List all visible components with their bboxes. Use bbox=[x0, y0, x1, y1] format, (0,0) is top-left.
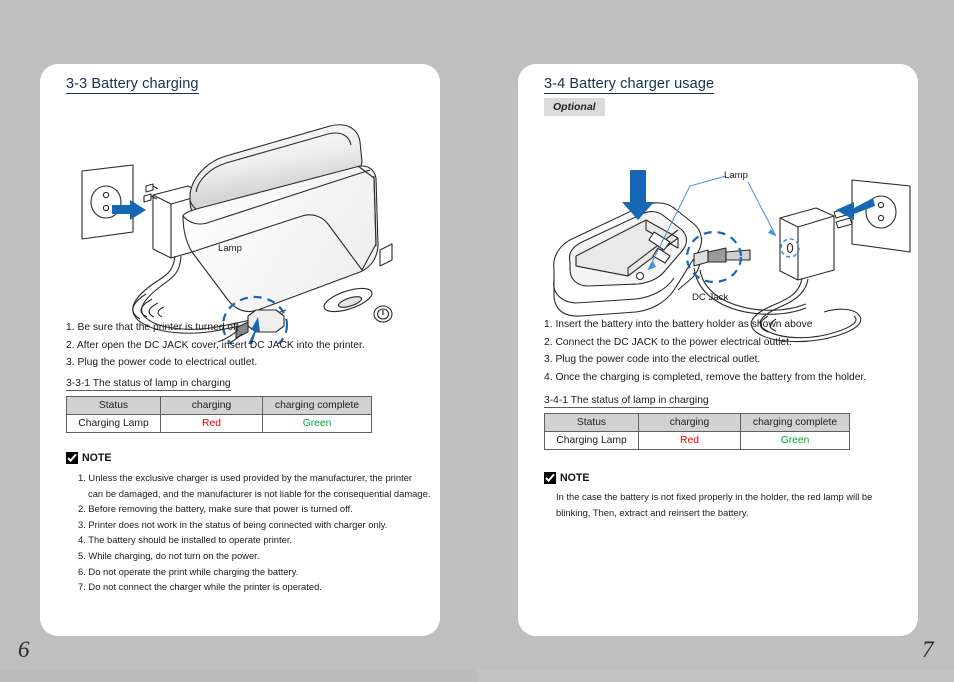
bottom-strip-right bbox=[477, 670, 954, 682]
header-status: Status bbox=[544, 413, 639, 432]
table-header-row: Status charging charging complete bbox=[66, 396, 372, 415]
dc-jack-label: DC Jack bbox=[692, 292, 729, 303]
left-step-2: 2. After open the DC JACK cover, insert … bbox=[66, 339, 365, 351]
cell-charging-value: Red bbox=[638, 431, 741, 450]
checkbox-check-icon bbox=[544, 472, 556, 484]
note-item-5: 5. While charging, do not turn on the po… bbox=[78, 549, 260, 561]
header-charging: charging bbox=[160, 396, 263, 415]
note-item-6: 6. Do not operate the print while chargi… bbox=[78, 565, 299, 577]
optional-badge: Optional bbox=[544, 98, 605, 116]
table-row: Charging Lamp Red Green bbox=[66, 414, 372, 433]
battery-charging-illustration: Lamp bbox=[40, 104, 440, 355]
left-page: 3-3 Battery charging Lamp 1. Be sure tha… bbox=[40, 64, 440, 636]
note-item-1-cont: can be damaged, and the manufacturer is … bbox=[88, 487, 431, 499]
page-number-left: 6 bbox=[18, 637, 30, 662]
right-note-heading: NOTE bbox=[544, 472, 589, 484]
checkbox-check-icon bbox=[66, 452, 78, 464]
table-row: Charging Lamp Red Green bbox=[544, 431, 850, 450]
page-number-right: 7 bbox=[922, 637, 934, 662]
header-charging: charging bbox=[638, 413, 741, 432]
right-steps: 1. Insert the battery into the battery h… bbox=[544, 316, 866, 386]
right-section-title: 3-4 Battery charger usage bbox=[544, 76, 715, 94]
note-item-1: 1. Unless the exclusive charger is used … bbox=[78, 472, 413, 483]
right-note-body: In the case the battery is not fixed pro… bbox=[556, 489, 872, 520]
right-step-3: 3. Plug the power code into the electric… bbox=[544, 354, 761, 365]
left-status-table: Status charging charging complete Chargi… bbox=[66, 396, 372, 433]
left-steps: 1. Be sure that the printer is turned of… bbox=[66, 319, 365, 372]
right-step-1: 1. Insert the battery into the battery h… bbox=[544, 319, 813, 330]
left-note-title: NOTE bbox=[82, 452, 112, 464]
manual-spread: 3-3 Battery charging Lamp 1. Be sure tha… bbox=[0, 0, 954, 682]
note-item-3: 3. Printer does not work in the status o… bbox=[78, 518, 388, 530]
cell-row-label: Charging Lamp bbox=[544, 431, 639, 450]
cell-complete-value: Green bbox=[262, 414, 372, 433]
left-note-heading: NOTE bbox=[66, 452, 111, 464]
right-status-table: Status charging charging complete Chargi… bbox=[544, 413, 850, 450]
right-note-title: NOTE bbox=[560, 472, 590, 484]
left-step-3: 3. Plug the power code to electrical out… bbox=[66, 357, 258, 368]
cell-charging-value: Red bbox=[160, 414, 263, 433]
note-item-line-2: blinking, Then, extract and reinsert the… bbox=[556, 506, 749, 518]
bottom-strip-left bbox=[0, 670, 477, 682]
note-item-4: 4. The battery should be installed to op… bbox=[78, 534, 293, 546]
header-charging-complete: charging complete bbox=[262, 396, 372, 415]
right-page: 3-4 Battery charger usage Optional Lamp … bbox=[518, 64, 918, 636]
left-step-1: 1. Be sure that the printer is turned of… bbox=[66, 322, 239, 333]
right-step-2: 2. Connect the DC JACK to the power elec… bbox=[544, 336, 792, 348]
note-item-2: 2. Before removing the battery, make sur… bbox=[78, 503, 353, 515]
lamp-label-right: Lamp bbox=[724, 170, 748, 181]
header-charging-complete: charging complete bbox=[740, 413, 850, 432]
right-sub-title: 3-4-1 The status of lamp in charging bbox=[544, 395, 709, 408]
left-section-title: 3-3 Battery charging bbox=[66, 76, 199, 94]
table-header-row: Status charging charging complete bbox=[544, 413, 850, 432]
left-sub-title: 3-3-1 The status of lamp in charging bbox=[66, 378, 231, 391]
header-status: Status bbox=[66, 396, 161, 415]
note-item-line-1: In the case the battery is not fixed pro… bbox=[556, 491, 873, 502]
left-note-body: 1. Unless the exclusive charger is used … bbox=[78, 470, 430, 595]
right-step-4: 4. Once the charging is completed, remov… bbox=[544, 371, 867, 383]
note-item-7: 7. Do not connect the charger while the … bbox=[78, 581, 322, 593]
lamp-label-left: Lamp bbox=[218, 243, 242, 254]
cell-complete-value: Green bbox=[740, 431, 850, 450]
cell-row-label: Charging Lamp bbox=[66, 414, 161, 433]
